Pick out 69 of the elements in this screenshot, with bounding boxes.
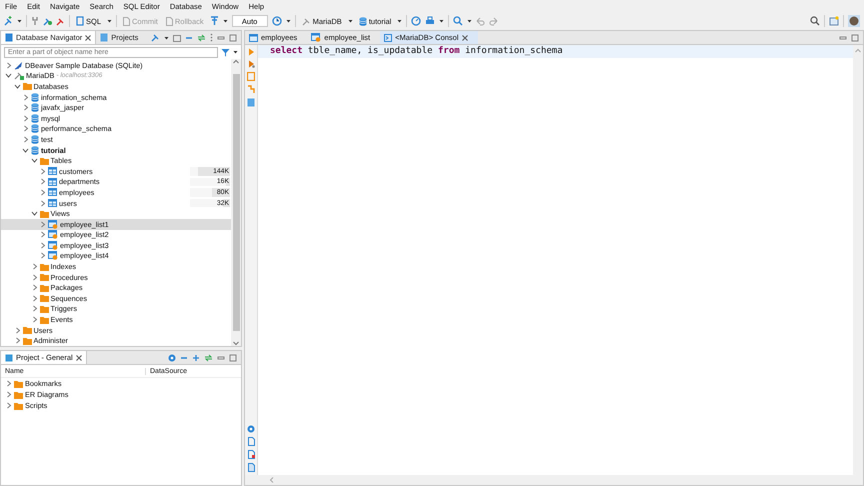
project-icon bbox=[5, 354, 13, 362]
chevron-right-icon[interactable] bbox=[5, 62, 12, 69]
close-icon[interactable] bbox=[462, 34, 468, 40]
chevron-right-icon[interactable] bbox=[30, 294, 38, 302]
link-icon[interactable] bbox=[197, 34, 206, 42]
chevron-right-icon[interactable] bbox=[30, 263, 38, 270]
feather-icon bbox=[14, 60, 23, 70]
chevron-right-icon[interactable] bbox=[5, 402, 12, 409]
chevron-right-icon[interactable] bbox=[14, 337, 20, 344]
beaver-logo-icon[interactable] bbox=[848, 15, 860, 27]
chevron-right-icon[interactable] bbox=[30, 274, 38, 281]
chevron-right-icon[interactable] bbox=[22, 125, 29, 132]
chevron-right-icon[interactable] bbox=[39, 220, 46, 228]
maximize-icon[interactable] bbox=[229, 354, 237, 362]
maximize-icon[interactable] bbox=[229, 34, 237, 42]
printer-icon[interactable] bbox=[425, 16, 436, 26]
search-icon[interactable] bbox=[453, 16, 464, 26]
chevron-right-icon[interactable] bbox=[39, 188, 46, 196]
table-icon bbox=[48, 188, 57, 196]
scroll-down-icon[interactable] bbox=[233, 341, 239, 346]
chevron-right-icon[interactable] bbox=[39, 242, 46, 249]
clock-icon[interactable] bbox=[272, 16, 282, 26]
chevron-down-icon[interactable] bbox=[30, 210, 38, 218]
view-icon bbox=[48, 230, 58, 240]
chevron-right-icon[interactable] bbox=[39, 178, 46, 186]
table-icon bbox=[249, 34, 258, 42]
chevron-right-icon[interactable] bbox=[22, 94, 29, 101]
chevron-right-icon[interactable] bbox=[22, 114, 29, 122]
view-icon bbox=[48, 220, 58, 229]
chevron-right-icon[interactable] bbox=[30, 284, 38, 292]
close-icon[interactable] bbox=[85, 34, 92, 40]
chevron-right-icon[interactable] bbox=[14, 326, 20, 334]
chevron-right-icon[interactable] bbox=[30, 316, 38, 324]
table-icon bbox=[48, 178, 57, 186]
gauge-icon[interactable] bbox=[411, 16, 422, 26]
console-icon bbox=[384, 34, 392, 42]
table-icon bbox=[48, 167, 57, 176]
view-icon bbox=[311, 33, 322, 42]
chevron-right-icon[interactable] bbox=[30, 305, 38, 312]
chevron-right-icon[interactable] bbox=[22, 104, 29, 112]
minimize-icon[interactable] bbox=[217, 354, 225, 362]
chevron-down-icon[interactable] bbox=[14, 82, 20, 90]
search-icon[interactable] bbox=[810, 16, 820, 26]
menu-icon[interactable] bbox=[210, 33, 213, 42]
minimize-icon[interactable] bbox=[217, 34, 225, 42]
chevron-down-icon[interactable] bbox=[30, 157, 38, 164]
maximize-icon[interactable] bbox=[851, 34, 859, 42]
chevron-right-icon[interactable] bbox=[39, 252, 46, 260]
chevron-right-icon[interactable] bbox=[5, 391, 12, 398]
view-icon bbox=[48, 251, 58, 260]
chevron-down-icon[interactable] bbox=[5, 72, 12, 80]
expand-icon[interactable] bbox=[192, 354, 200, 362]
link-icon[interactable] bbox=[204, 354, 213, 362]
chevron-down-icon[interactable] bbox=[22, 146, 29, 154]
gear-icon[interactable] bbox=[168, 354, 176, 362]
minimize-icon[interactable] bbox=[839, 34, 847, 42]
filter-icon[interactable] bbox=[221, 48, 230, 56]
chevron-right-icon[interactable] bbox=[22, 136, 29, 143]
gear-icon[interactable] bbox=[247, 425, 255, 433]
run-script-icon[interactable] bbox=[248, 60, 254, 68]
table-icon bbox=[48, 199, 57, 208]
chevron-right-icon[interactable] bbox=[39, 168, 46, 175]
close-icon[interactable] bbox=[76, 354, 82, 360]
scroll-up-icon[interactable] bbox=[233, 59, 239, 64]
chevron-right-icon[interactable] bbox=[39, 231, 46, 238]
window-icon[interactable] bbox=[829, 16, 839, 26]
chevron-right-icon[interactable] bbox=[5, 380, 12, 387]
chevron-right-icon[interactable] bbox=[39, 200, 46, 207]
view-icon bbox=[48, 240, 58, 250]
